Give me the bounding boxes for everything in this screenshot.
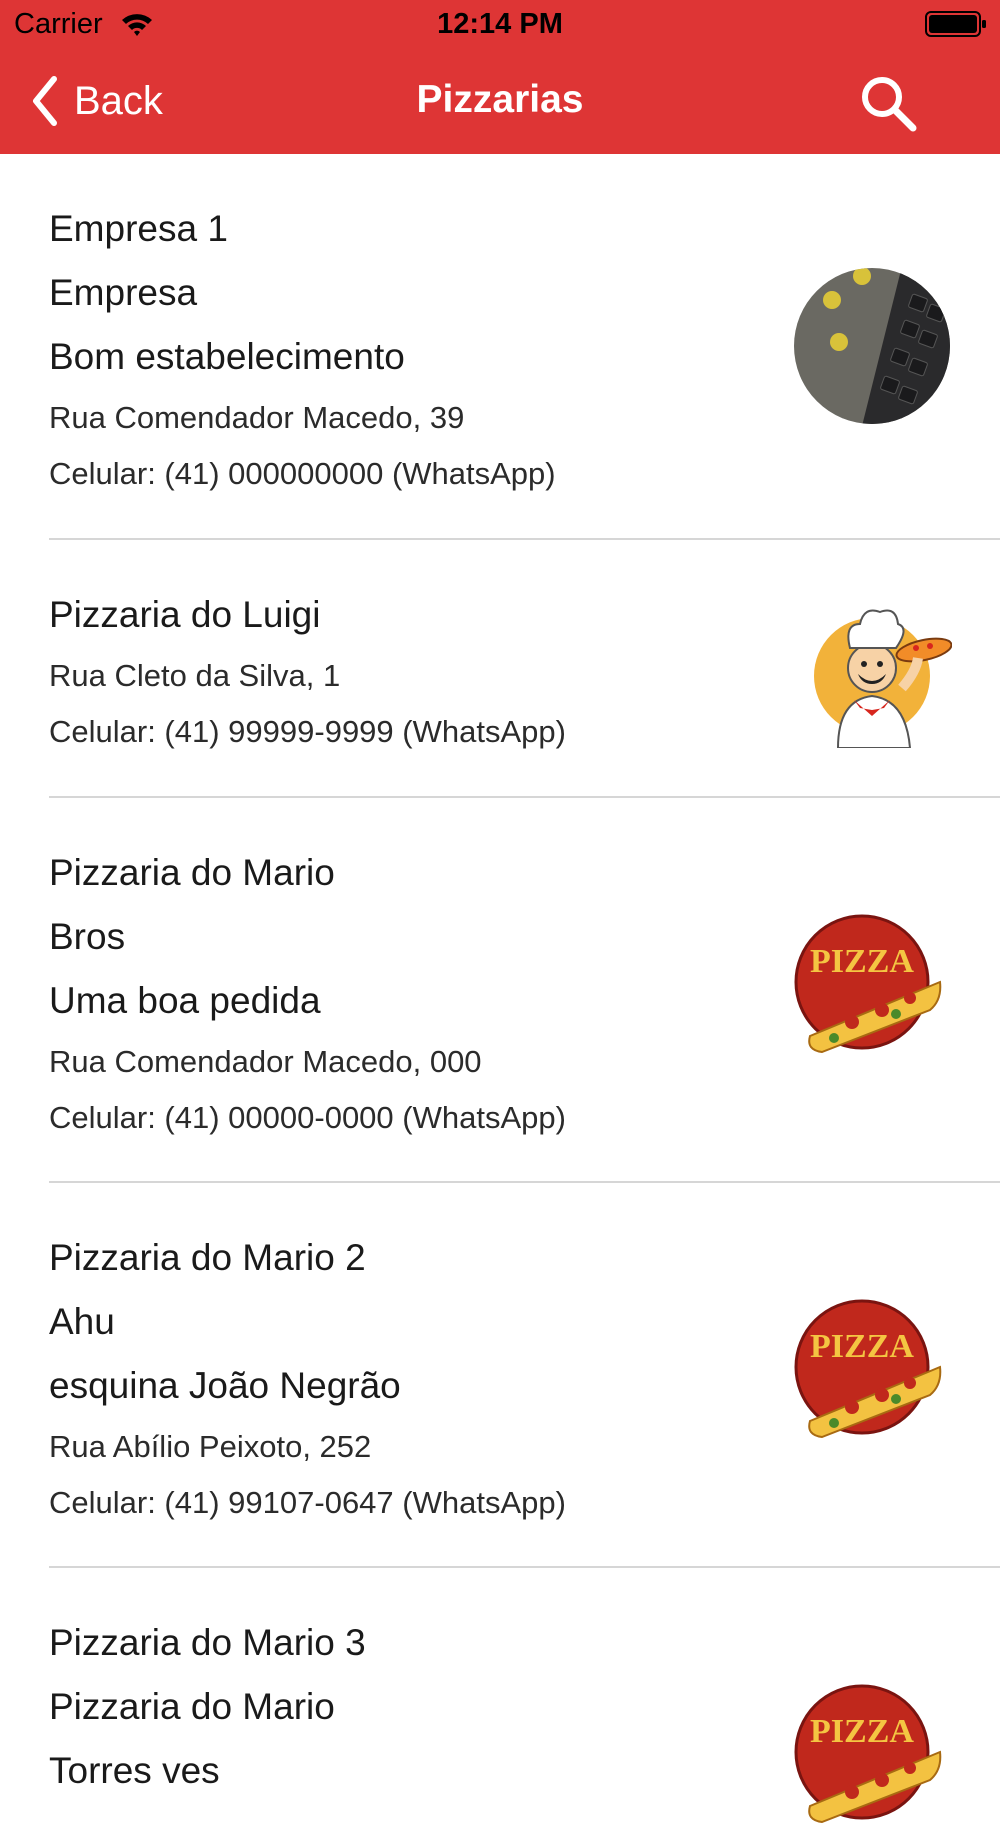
battery-icon [925, 11, 986, 37]
status-bar: Carrier 12:14 PM [0, 0, 1000, 50]
item-description: esquina João Negrão [49, 1365, 401, 1406]
navigation-bar: Back Pizzarias [0, 50, 1000, 154]
chef-cartoon-logo [814, 609, 952, 748]
pizzeria-list: Empresa 1 Empresa Bom estabelecimento Ru… [0, 154, 1000, 1824]
item-phone: Celular: (41) 99107-0647 (WhatsApp) [49, 1485, 566, 1520]
item-address: Rua Abílio Peixoto, 252 [49, 1429, 372, 1464]
item-description: Torres ves [49, 1750, 220, 1791]
item-description: Bom estabelecimento [49, 336, 405, 377]
list-item[interactable]: Pizzaria do Luigi Rua Cleto da Silva, 1 … [0, 540, 1000, 798]
svg-text:PIZZA: PIZZA [810, 1328, 914, 1365]
item-name: Pizzaria do Mario 2 [49, 1237, 366, 1278]
item-address: Rua Comendador Macedo, 000 [49, 1044, 482, 1079]
pizza-logo: PIZZA [794, 1684, 942, 1824]
item-description: Uma boa pedida [49, 980, 321, 1021]
item-phone: Celular: (41) 99999-9999 (WhatsApp) [49, 714, 566, 749]
item-subtitle: Pizzaria do Mario [49, 1686, 335, 1727]
item-subtitle: Ahu [49, 1301, 115, 1342]
item-name: Pizzaria do Mario [49, 852, 335, 893]
pizza-logo: PIZZA [794, 914, 942, 1054]
item-name: Empresa 1 [49, 208, 228, 249]
item-name: Pizzaria do Luigi [49, 594, 321, 635]
list-item[interactable]: Pizzaria do Mario 3 Pizzaria do Mario To… [0, 1568, 1000, 1824]
list-item[interactable]: Empresa 1 Empresa Bom estabelecimento Ru… [0, 154, 1000, 540]
top-bar: Carrier 12:14 PM Back Pizzarias [0, 0, 1000, 154]
page-title: Pizzarias [416, 78, 584, 121]
item-subtitle: Bros [49, 916, 126, 957]
item-subtitle: Empresa [49, 272, 198, 313]
list-item[interactable]: Pizzaria do Mario 2 Ahu esquina João Neg… [0, 1183, 1000, 1568]
item-phone: Celular: (41) 00000-0000 (WhatsApp) [49, 1100, 566, 1135]
laptop-keyboard-photo [794, 268, 950, 424]
item-address: Rua Comendador Macedo, 39 [49, 400, 465, 435]
list-item[interactable]: Pizzaria do Mario Bros Uma boa pedida Ru… [0, 798, 1000, 1183]
status-time: 12:14 PM [437, 8, 563, 40]
svg-text:PIZZA: PIZZA [810, 943, 914, 980]
search-icon[interactable] [855, 70, 921, 136]
item-name: Pizzaria do Mario 3 [49, 1622, 366, 1663]
item-phone: Celular: (41) 000000000 (WhatsApp) [49, 456, 556, 491]
svg-text:PIZZA: PIZZA [810, 1713, 914, 1750]
item-address: Rua Cleto da Silva, 1 [49, 658, 341, 693]
pizza-logo: PIZZA [794, 1299, 942, 1439]
